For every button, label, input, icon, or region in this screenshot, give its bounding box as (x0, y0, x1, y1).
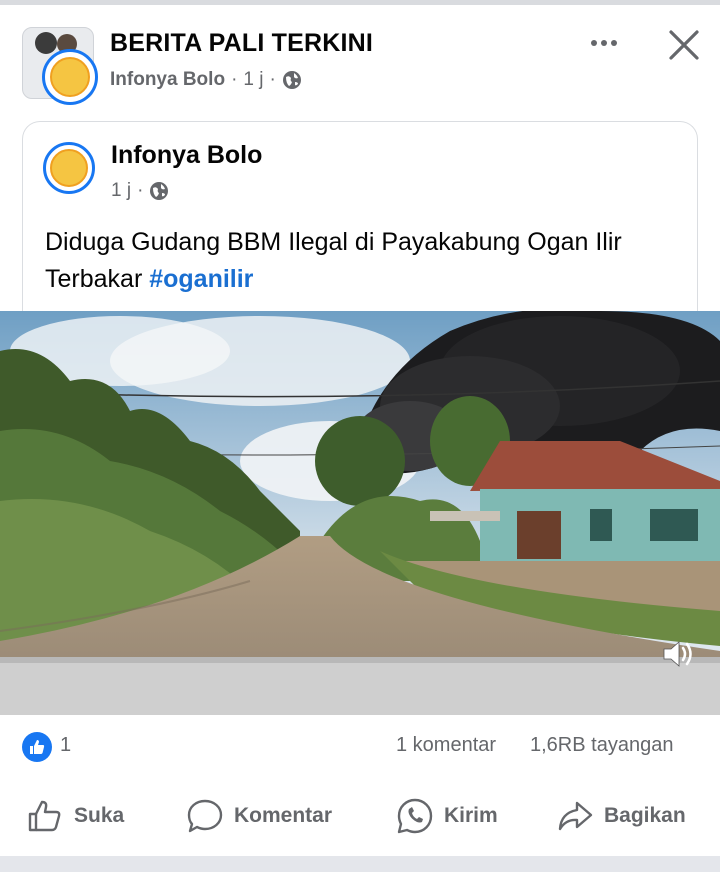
reaction-count[interactable]: 1 (60, 734, 71, 757)
bottom-divider (0, 856, 720, 872)
comment-icon (187, 799, 223, 833)
like-label: Suka (74, 804, 125, 827)
meta-separator: · (137, 180, 144, 201)
globe-icon (150, 182, 169, 200)
post-meta: Infonya Bolo · 1 j · (110, 69, 302, 91)
close-button[interactable] (660, 23, 708, 67)
comment-count[interactable]: 1 komentar (396, 734, 496, 757)
shared-post-meta: 1 j · (111, 180, 169, 202)
like-button[interactable]: Suka (26, 790, 124, 842)
thumbs-up-icon (28, 800, 61, 832)
globe-icon (282, 71, 301, 89)
send-label: Kirim (444, 804, 498, 827)
video-frame (0, 311, 720, 715)
share-button[interactable]: Bagikan (556, 790, 686, 842)
like-reaction-badge[interactable] (22, 732, 52, 762)
post-header: BERITA PALI TERKINI Infonya Bolo · 1 j · (0, 5, 720, 110)
page-title[interactable]: BERITA PALI TERKINI (110, 29, 373, 58)
view-count: 1,6RB tayangan (530, 734, 674, 756)
post-caption-text: Diduga Gudang BBM Ilegal di Payakabung O… (45, 228, 622, 293)
meta-separator: · (231, 69, 238, 90)
more-options-button[interactable] (582, 27, 626, 59)
share-label: Bagikan (604, 804, 686, 827)
post-caption: Diduga Gudang BBM Ilegal di Payakabung O… (45, 224, 685, 298)
thumbs-up-icon (30, 740, 45, 754)
comment-button[interactable]: Komentar (186, 790, 332, 842)
post-time[interactable]: 1 j (243, 69, 263, 91)
comment-label: Komentar (234, 804, 333, 827)
close-icon (669, 30, 699, 60)
shared-author-avatar[interactable] (43, 142, 95, 194)
meta-separator: · (269, 69, 276, 90)
author-profile-picture (42, 49, 98, 105)
page-avatar[interactable] (22, 27, 100, 107)
whatsapp-icon (397, 798, 433, 834)
share-icon (558, 801, 593, 831)
speaker-icon (663, 641, 692, 667)
post-video[interactable] (0, 311, 720, 715)
post-stats: 1 1 komentar 1,6RB tayangan (0, 722, 720, 774)
shared-post-time[interactable]: 1 j (111, 180, 131, 202)
post-actions: Suka Komentar Kirim Bagikan (0, 790, 720, 846)
mute-button[interactable] (656, 634, 700, 674)
hashtag-link[interactable]: #oganilir (149, 265, 253, 293)
more-horizontal-icon (591, 40, 597, 46)
shared-author-name[interactable]: Infonya Bolo (111, 141, 262, 170)
post-author[interactable]: Infonya Bolo (110, 69, 225, 91)
send-button[interactable]: Kirim (396, 790, 498, 842)
shared-post-card[interactable]: Infonya Bolo 1 j · Diduga Gudang BBM Ile… (22, 121, 698, 313)
